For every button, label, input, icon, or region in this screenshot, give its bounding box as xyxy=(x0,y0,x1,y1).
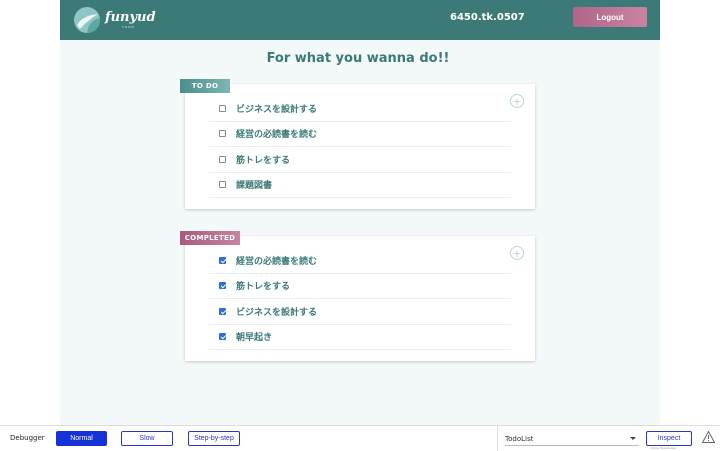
debugger-bar: Debugger Normal Slow Step-by-step TodoLi… xyxy=(0,425,720,451)
logo-text: funyud xyxy=(105,10,156,25)
page-title: For what you wanna do!! xyxy=(266,51,450,66)
chevron-down-icon xyxy=(630,437,636,440)
checkbox-checked[interactable] xyxy=(219,256,226,264)
username: 6450.tk.0507 xyxy=(450,12,525,23)
list-item[interactable]: ビジネスを設計する xyxy=(209,96,511,122)
inspect-button[interactable]: Inspect xyxy=(646,431,692,446)
list-item[interactable]: 朝早起き xyxy=(209,325,511,350)
todo-card: TO DO + ビジネスを設計する 経営の必読書を読む 筋トレをする 課題図書 xyxy=(180,79,535,209)
list-item[interactable]: 経営の必読書を読む xyxy=(209,248,511,274)
warning-icon[interactable] xyxy=(702,431,715,443)
item-label: ビジネスを設計する xyxy=(236,307,318,318)
checkbox-checked[interactable] xyxy=(219,282,226,290)
inspect-hint: Show Hyperview xyxy=(651,446,676,450)
completed-tag: COMPLETED xyxy=(180,231,240,245)
checkbox-checked[interactable] xyxy=(219,307,226,315)
component-select[interactable]: TodoList xyxy=(505,432,639,446)
select-value: TodoList xyxy=(505,434,534,443)
list-item[interactable]: ビジネスを設計する xyxy=(209,299,511,325)
checkbox[interactable] xyxy=(219,155,226,163)
item-label: ビジネスを設計する xyxy=(236,104,318,115)
item-label: 朝早起き xyxy=(236,333,273,344)
checkbox[interactable] xyxy=(219,181,226,189)
logout-button[interactable]: Logout xyxy=(573,7,647,27)
slow-speed-button[interactable]: Slow xyxy=(121,431,173,446)
list-item[interactable]: 筋トレをする xyxy=(209,274,511,299)
item-label: 筋トレをする xyxy=(236,282,291,293)
list-item[interactable]: 課題図書 xyxy=(209,173,511,198)
item-label: 経営の必読書を読む xyxy=(236,130,318,141)
completed-list: 経営の必読書を読む 筋トレをする ビジネスを設計する 朝早起き xyxy=(209,248,511,350)
normal-speed-button[interactable]: Normal xyxy=(56,431,107,446)
add-completed-icon[interactable]: + xyxy=(510,246,524,260)
logo[interactable]: funyud TODO xyxy=(74,7,156,33)
completed-card: COMPLETED + 経営の必読書を読む 筋トレをする ビジネスを設計する 朝… xyxy=(180,231,535,361)
checkbox[interactable] xyxy=(219,104,226,112)
logo-subtext: TODO xyxy=(122,25,135,29)
checkbox[interactable] xyxy=(219,130,226,138)
item-label: 課題図書 xyxy=(236,181,273,192)
header-bar: funyud TODO 6450.tk.0507 Logout xyxy=(60,0,660,40)
item-label: 筋トレをする xyxy=(236,155,291,166)
checkbox-checked[interactable] xyxy=(219,333,226,341)
debugger-label: Debugger xyxy=(10,434,45,442)
add-todo-icon[interactable]: + xyxy=(510,94,524,108)
divider xyxy=(497,426,498,451)
todo-list: ビジネスを設計する 経営の必読書を読む 筋トレをする 課題図書 xyxy=(209,96,511,198)
logo-leaf-icon xyxy=(74,7,100,33)
list-item[interactable]: 筋トレをする xyxy=(209,147,511,173)
list-item[interactable]: 経営の必読書を読む xyxy=(209,122,511,147)
item-label: 経営の必読書を読む xyxy=(236,256,318,267)
todo-tag: TO DO xyxy=(180,79,230,93)
app-frame: funyud TODO 6450.tk.0507 Logout For what… xyxy=(60,0,660,425)
step-by-step-button[interactable]: Step-by-step xyxy=(188,431,240,446)
